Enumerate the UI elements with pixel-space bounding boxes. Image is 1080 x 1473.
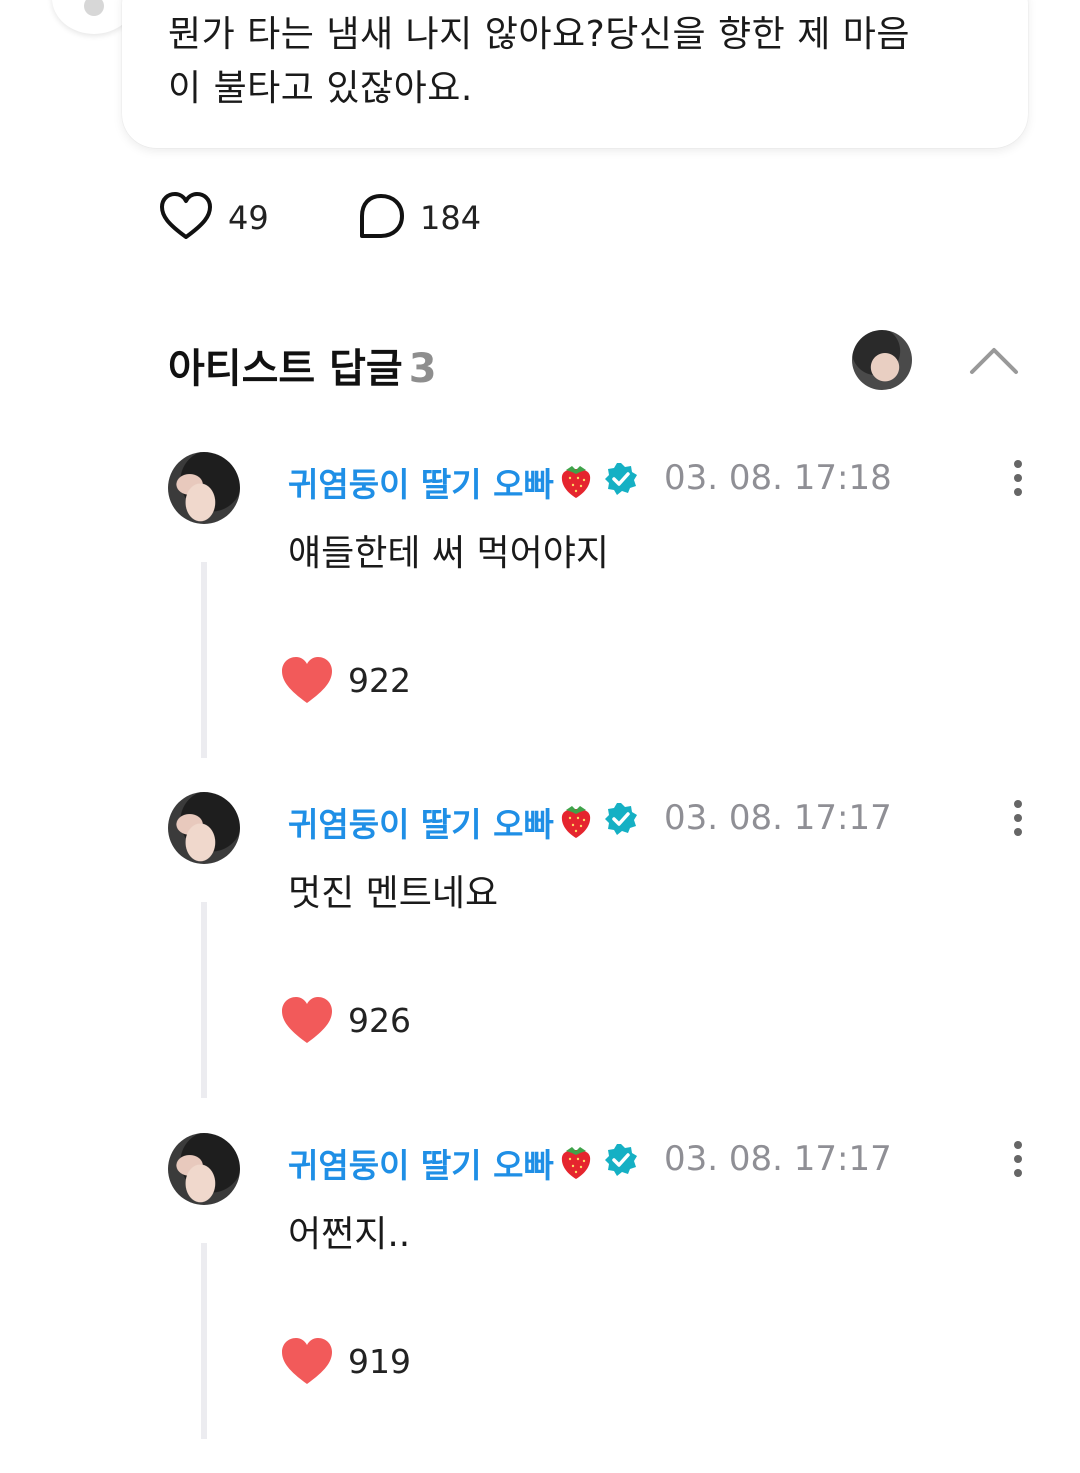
heart-filled-icon bbox=[282, 657, 332, 703]
heart-filled-icon bbox=[282, 997, 332, 1043]
reply-like-button[interactable]: 919 bbox=[280, 1333, 411, 1389]
reply-like-count: 922 bbox=[348, 660, 411, 700]
strawberry-emoji-icon bbox=[561, 1147, 591, 1179]
reply-timestamp: 03. 08. 17:18 bbox=[664, 458, 892, 498]
thread-line bbox=[201, 902, 207, 1098]
avatar[interactable] bbox=[168, 452, 240, 524]
avatar[interactable] bbox=[168, 1133, 240, 1205]
comment-button[interactable]: 184 bbox=[356, 190, 481, 246]
more-vertical-icon[interactable] bbox=[1008, 798, 1028, 838]
chevron-up-icon[interactable] bbox=[966, 342, 1022, 378]
artist-avatar[interactable] bbox=[852, 330, 912, 390]
reply-like-button[interactable]: 926 bbox=[280, 992, 411, 1048]
artist-reply: 귀염둥이 딸기 오빠 03. 08. 17:17 어쩐지.. 919 bbox=[0, 1133, 1080, 1473]
artist-replies-count: 3 bbox=[408, 346, 437, 392]
post-text-line-1: 뭔가 타는 냄새 나지 않아요?당신을 향한 제 마음 bbox=[168, 14, 910, 55]
reply-like-button[interactable]: 922 bbox=[280, 652, 411, 708]
more-vertical-icon[interactable] bbox=[1008, 458, 1028, 498]
thread-line bbox=[201, 562, 207, 758]
reply-author-name[interactable]: 귀염둥이 딸기 오빠 bbox=[288, 458, 554, 506]
reply-text: 얘들한테 써 먹어야지 bbox=[288, 533, 609, 574]
reply-like-count: 926 bbox=[348, 1000, 411, 1040]
strawberry-emoji-icon bbox=[561, 466, 591, 498]
post-text: 뭔가 타는 냄새 나지 않아요?당신을 향한 제 마음 이 불타고 있잖아요. bbox=[168, 8, 968, 116]
post-text-line-2: 이 불타고 있잖아요. bbox=[168, 68, 473, 109]
comment-count: 184 bbox=[420, 199, 482, 237]
like-count: 49 bbox=[228, 199, 269, 237]
reply-timestamp: 03. 08. 17:17 bbox=[664, 1139, 892, 1179]
artist-replies-label: 아티스트 답글 bbox=[168, 346, 403, 392]
reply-author-name[interactable]: 귀염둥이 딸기 오빠 bbox=[288, 1139, 554, 1187]
reply-like-count: 919 bbox=[348, 1341, 411, 1381]
heart-outline-icon bbox=[160, 192, 212, 239]
artist-reply: 귀염둥이 딸기 오빠 03. 08. 17:17 멋진 멘트네요 926 bbox=[0, 792, 1080, 1132]
artist-replies-title: 아티스트 답글 3 bbox=[168, 336, 437, 394]
thread-line bbox=[201, 1243, 207, 1439]
reply-text: 멋진 멘트네요 bbox=[288, 873, 499, 914]
verified-badge-icon bbox=[605, 803, 637, 835]
verified-badge-icon bbox=[605, 1144, 637, 1176]
reply-timestamp: 03. 08. 17:17 bbox=[664, 798, 892, 838]
reply-author-name[interactable]: 귀염둥이 딸기 오빠 bbox=[288, 798, 554, 846]
reply-text: 어쩐지.. bbox=[288, 1214, 411, 1255]
like-button[interactable]: 49 bbox=[158, 190, 269, 246]
artist-reply: 귀염둥이 딸기 오빠 03. 08. 17:18 얘들한테 써 먹어야지 922 bbox=[0, 452, 1080, 792]
heart-filled-icon bbox=[282, 1338, 332, 1384]
more-vertical-icon[interactable] bbox=[1008, 1139, 1028, 1179]
strawberry-emoji-icon bbox=[561, 806, 591, 838]
speech-bubble-icon bbox=[360, 194, 404, 238]
verified-badge-icon bbox=[605, 463, 637, 495]
avatar[interactable] bbox=[168, 792, 240, 864]
